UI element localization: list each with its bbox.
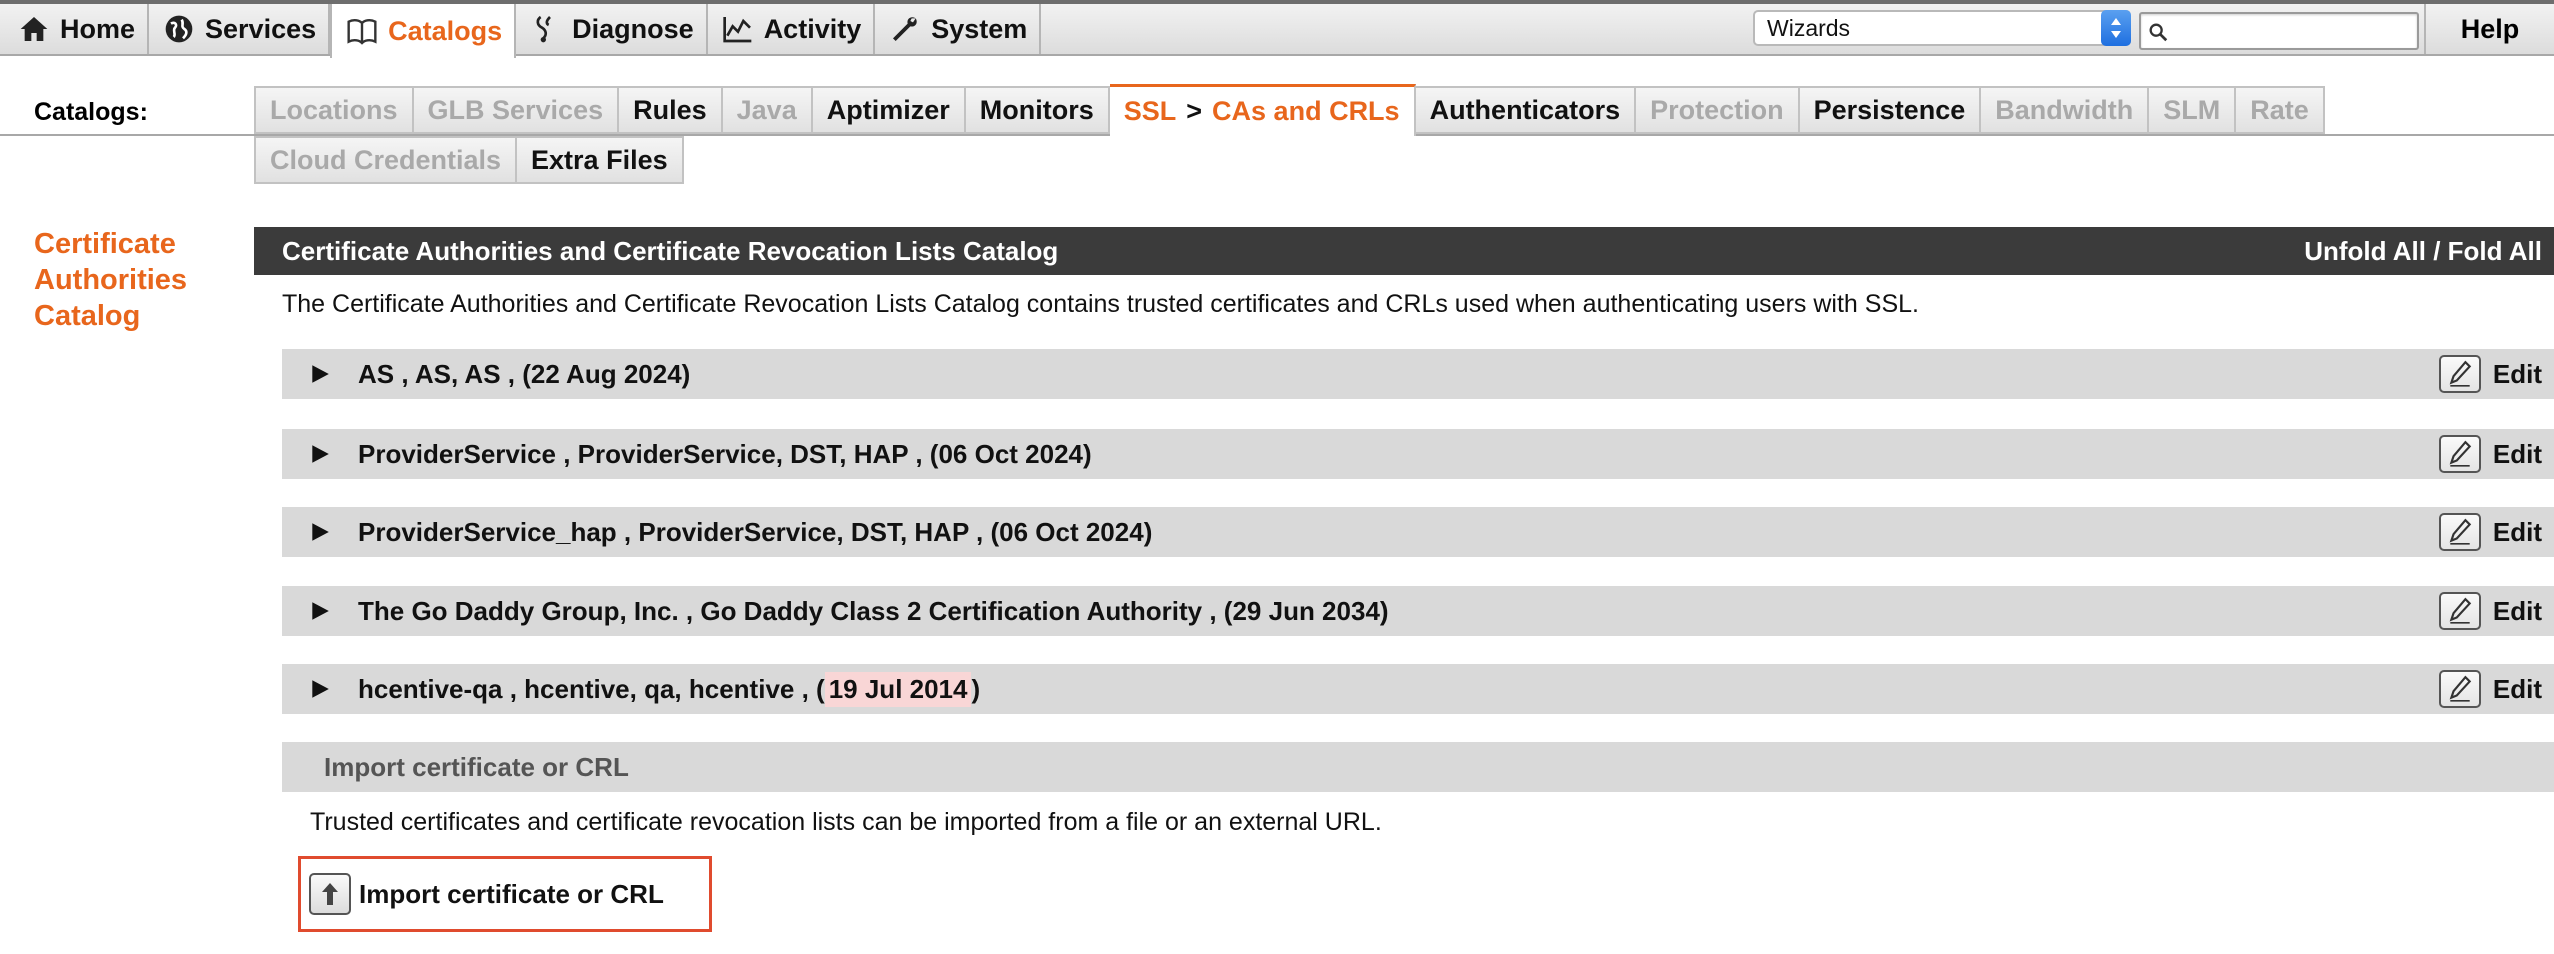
nav-tab-activity[interactable]: Activity — [708, 4, 876, 54]
top-navigation-bar: Home Services Catalogs Diagnose Activity — [0, 0, 2554, 58]
pencil-icon — [2438, 670, 2481, 708]
nav-tab-system[interactable]: System — [875, 4, 1042, 54]
catalog-tab-locations[interactable]: Locations — [254, 86, 414, 134]
edit-button[interactable]: Edit — [2438, 513, 2542, 551]
wrench-icon — [887, 11, 923, 47]
catalog-tab-persistence[interactable]: Persistence — [1799, 86, 1982, 134]
certificate-row: ProviderService_hap , ProviderService, D… — [282, 507, 2554, 557]
certificate-name: The Go Daddy Group, Inc. , Go Daddy Clas… — [358, 595, 1233, 626]
nav-tab-label: System — [931, 13, 1028, 44]
certificate-close-paren: ) — [1143, 516, 1153, 547]
certificate-row: ProviderService , ProviderService, DST, … — [282, 429, 2554, 479]
tab-separator: > — [1186, 96, 1203, 126]
catalog-panel-header: Certificate Authorities and Certificate … — [254, 227, 2554, 275]
certificate-expiry-expired: 19 Jul 2014 — [824, 671, 972, 707]
catalog-tab-ssl-cas-crls[interactable]: SSL > CAs and CRLs — [1109, 84, 1416, 136]
certificate-name: ProviderService , ProviderService, DST, … — [358, 438, 939, 469]
certificate-name: hcentive-qa , hcentive, qa, hcentive , ( — [358, 673, 825, 704]
search-input[interactable] — [2175, 16, 2411, 46]
edit-label: Edit — [2492, 358, 2542, 389]
catalog-tab-slm[interactable]: SLM — [2149, 86, 2237, 134]
certificate-close-paren: ) — [1083, 438, 1092, 469]
select-arrows-icon — [2101, 10, 2131, 46]
catalog-tab-cloud-credentials[interactable]: Cloud Credentials — [254, 136, 518, 184]
nav-tab-label: Activity — [763, 13, 862, 44]
expand-triangle-icon[interactable] — [282, 363, 358, 385]
certificate-row: AS , AS, AS , (22 Aug 2024) Edit — [282, 349, 2554, 399]
edit-label: Edit — [2492, 516, 2542, 547]
tab-ssl-link[interactable]: SSL — [1124, 96, 1177, 127]
catalog-tab-extra-files[interactable]: Extra Files — [517, 136, 684, 184]
nav-tab-label: Catalogs — [388, 15, 503, 46]
pencil-icon — [2438, 592, 2481, 630]
unfold-fold-all-link[interactable]: Unfold All / Fold All — [2304, 236, 2542, 267]
edit-label: Edit — [2492, 673, 2542, 704]
catalog-tab-java[interactable]: Java — [722, 86, 813, 134]
catalog-tab-rate[interactable]: Rate — [2236, 86, 2325, 134]
certificate-name: ProviderService_hap , ProviderService, D… — [358, 516, 1000, 547]
catalog-tab-authenticators[interactable]: Authenticators — [1415, 86, 1637, 134]
globe-icon — [161, 11, 197, 47]
certificate-name: AS , AS, AS , ( — [358, 358, 531, 389]
certificate-expiry: 06 Oct 2024 — [938, 438, 1084, 469]
catalog-tab-bandwidth[interactable]: Bandwidth — [1981, 86, 2150, 134]
page-title: Certificate Authorities Catalog — [34, 228, 188, 332]
certificate-expiry: 06 Oct 2024 — [999, 516, 1144, 547]
import-button-label: Import certificate or CRL — [359, 878, 664, 909]
pencil-icon — [2438, 513, 2481, 551]
nav-tab-label: Diagnose — [572, 13, 694, 44]
catalog-tab-monitors[interactable]: Monitors — [965, 86, 1110, 134]
edit-label: Edit — [2492, 595, 2542, 626]
pencil-icon — [2438, 355, 2481, 393]
certificate-close-paren: ) — [1379, 595, 1389, 626]
main-nav: Home Services Catalogs Diagnose Activity — [4, 4, 1042, 58]
certificate-row: The Go Daddy Group, Inc. , Go Daddy Clas… — [282, 586, 2554, 636]
catalog-tab-protection[interactable]: Protection — [1636, 86, 1800, 134]
expand-triangle-icon[interactable] — [282, 521, 358, 543]
catalog-tabs-row-2: Cloud Credentials Extra Files — [254, 136, 684, 186]
book-icon — [344, 13, 380, 49]
panel-description: The Certificate Authorities and Certific… — [282, 290, 1919, 318]
help-link[interactable]: Help — [2424, 4, 2554, 54]
nav-tab-home[interactable]: Home — [4, 4, 150, 54]
search-box — [2139, 12, 2419, 50]
wizards-select[interactable]: Wizards — [1753, 10, 2131, 46]
catalog-tabs-row-1: Locations GLB Services Rules Java Aptimi… — [254, 84, 2325, 136]
certificate-expiry: 22 Aug 2024 — [530, 358, 682, 389]
certificate-close-paren: ) — [681, 358, 691, 389]
edit-label: Edit — [2492, 438, 2542, 469]
nav-tab-services[interactable]: Services — [149, 4, 331, 54]
catalog-tab-rules[interactable]: Rules — [619, 86, 723, 134]
edit-button[interactable]: Edit — [2438, 592, 2542, 630]
edit-button[interactable]: Edit — [2438, 435, 2542, 473]
import-description: Trusted certificates and certificate rev… — [310, 808, 1382, 836]
expand-triangle-icon[interactable] — [282, 678, 358, 700]
nav-tab-label: Services — [205, 13, 317, 44]
tab-cas-crls-label: CAs and CRLs — [1212, 96, 1400, 126]
catalog-tab-aptimizer[interactable]: Aptimizer — [812, 86, 966, 134]
catalog-tab-glb-services[interactable]: GLB Services — [413, 86, 620, 134]
import-certificate-button[interactable]: Import certificate or CRL — [298, 856, 712, 932]
upload-arrow-icon — [309, 873, 351, 915]
edit-button[interactable]: Edit — [2438, 670, 2542, 708]
panel-title: Certificate Authorities and Certificate … — [282, 235, 1059, 266]
home-icon — [16, 11, 52, 47]
import-section-header: Import certificate or CRL — [282, 742, 2554, 792]
expand-triangle-icon[interactable] — [282, 600, 358, 622]
expand-triangle-icon[interactable] — [282, 443, 358, 465]
nav-tab-diagnose[interactable]: Diagnose — [516, 4, 708, 54]
activity-chart-icon — [720, 11, 756, 47]
edit-button[interactable]: Edit — [2438, 355, 2542, 393]
nav-tab-label: Home — [60, 13, 136, 44]
catalogs-label: Catalogs: — [34, 98, 148, 126]
pencil-icon — [2438, 435, 2481, 473]
certificate-expiry: 29 Jun 2034 — [1232, 595, 1380, 626]
wizards-select-value: Wizards — [1767, 15, 1851, 41]
stethoscope-icon — [528, 11, 564, 47]
certificate-close-paren: ) — [971, 673, 981, 704]
certificate-row: hcentive-qa , hcentive, qa, hcentive , (… — [282, 664, 2554, 714]
nav-tab-catalogs[interactable]: Catalogs — [330, 4, 517, 58]
search-icon — [2149, 23, 2168, 42]
